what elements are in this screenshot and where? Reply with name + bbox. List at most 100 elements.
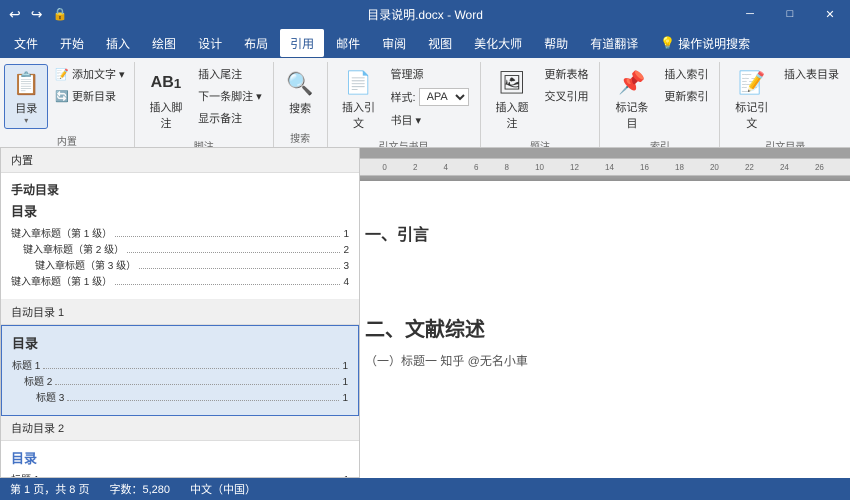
footnote-small-buttons: 插入尾注 下一条脚注 ▾ 显示备注: [193, 64, 267, 128]
insert-citation-button[interactable]: 📄 插入引文: [334, 64, 384, 134]
ribbon-group-index: 📌 标记条目 插入索引 更新索引 索引: [600, 62, 720, 147]
maximize-button[interactable]: □: [770, 0, 810, 28]
bibliography-button[interactable]: 书目 ▾: [386, 110, 474, 130]
add-text-icon: 📝: [55, 68, 69, 81]
citation-label: 插入引文: [339, 99, 379, 131]
auto1-toc-option[interactable]: 目录 标题 1 1 标题 2 1 标题 3 1: [1, 325, 359, 416]
status-bar: 第 1 页，共 8 页 字数：5,280 中文（中国）: [0, 478, 850, 500]
insert-endnote-button[interactable]: 插入尾注: [193, 64, 267, 84]
caption-small-buttons: 更新表格 交叉引用: [539, 64, 593, 106]
toc-label: 目录: [15, 100, 37, 116]
style-select[interactable]: APA: [419, 88, 469, 106]
search-button[interactable]: 🔍 搜索: [279, 64, 321, 119]
citation-small-buttons: 管理源 样式: APA 书目 ▾: [386, 64, 474, 130]
insert-index-button[interactable]: 插入索引: [659, 64, 713, 84]
ribbon-group-footnote: AB1 插入脚注 插入尾注 下一条脚注 ▾ 显示备注 脚注: [135, 62, 274, 147]
ruler: -4-2024 68101214 1618202224 262830: [360, 158, 850, 176]
manage-source-button[interactable]: 管理源: [386, 64, 474, 84]
menu-mailings[interactable]: 邮件: [326, 29, 370, 57]
update-index-button[interactable]: 更新索引: [659, 86, 713, 106]
auto1-section-label: 自动目录 1: [1, 300, 359, 325]
ribbon-group-caption: 🖼 插入题注 更新表格 交叉引用 题注: [481, 62, 601, 147]
menu-help[interactable]: 帮助: [534, 29, 578, 57]
menu-review[interactable]: 审阅: [372, 29, 416, 57]
close-button[interactable]: ✕: [810, 0, 850, 28]
insert-caption-button[interactable]: 🖼 插入题注: [487, 64, 538, 134]
manage-source-label: 管理源: [391, 66, 424, 82]
style-dropdown[interactable]: 样式: APA: [386, 86, 474, 108]
insert-footnote-button[interactable]: AB1 插入脚注: [141, 64, 191, 134]
mark-entry-icon: 📌: [616, 67, 648, 99]
mark-entry-button[interactable]: 📌 标记条目: [606, 64, 657, 134]
citation-group-label: 引文与书目: [379, 136, 429, 148]
insert-table-auth-button[interactable]: 插入表目录: [779, 64, 844, 84]
search-group-content: 🔍 搜索: [279, 62, 321, 128]
cross-reference-label: 交叉引用: [544, 88, 588, 104]
update-toc-icon: 🔄: [55, 90, 69, 103]
menu-view[interactable]: 视图: [418, 29, 462, 57]
mark-citation-button[interactable]: 📝 标记引文: [726, 64, 777, 134]
content-area: 内置 手动目录 目录 键入章标题（第 1 级） 1 键入章标题（第 2 级） 2…: [0, 148, 850, 478]
menu-search[interactable]: 💡 操作说明搜索: [650, 29, 760, 57]
update-table-button[interactable]: 更新表格: [539, 64, 593, 84]
window-controls: ─ □ ✕: [730, 0, 850, 28]
doc-text1: （一）标题一 知乎 @无名小車: [365, 352, 845, 369]
autosave-icon: 🔒: [48, 5, 71, 23]
toc-icon: 📋: [10, 68, 42, 100]
cross-reference-button[interactable]: 交叉引用: [539, 86, 593, 106]
ruler-marks: -4-2024 68101214 1618202224 262830: [360, 163, 850, 172]
auto1-toc-preview: 目录 标题 1 1 标题 2 1 标题 3 1: [12, 334, 348, 407]
menu-file[interactable]: 文件: [4, 29, 48, 57]
caption-icon: 🖼: [496, 67, 528, 99]
caption-group-label: 题注: [530, 136, 550, 148]
redo-button[interactable]: ↪: [27, 4, 47, 25]
insert-table-auth-label: 插入表目录: [784, 66, 839, 82]
toc-dropdown-panel: 内置 手动目录 目录 键入章标题（第 1 级） 1 键入章标题（第 2 级） 2…: [0, 148, 360, 478]
toc-dropdown-arrow: ▾: [24, 116, 28, 125]
manual-toc-preview: 目录 键入章标题（第 1 级） 1 键入章标题（第 2 级） 2 键入章标题（第…: [11, 202, 349, 291]
footnote-group-label: 脚注: [194, 136, 214, 148]
search-group-label: 搜索: [290, 128, 310, 147]
search-ribbon-label: 搜索: [289, 100, 311, 116]
caption-group-content: 🖼 插入题注 更新表格 交叉引用: [487, 62, 594, 136]
ribbon-group-citation: 📄 插入引文 管理源 样式: APA 书目 ▾ 引文与书目: [328, 62, 481, 147]
manual-toc-title: 手动目录: [11, 181, 349, 198]
show-notes-button[interactable]: 显示备注: [193, 108, 267, 128]
menu-layout[interactable]: 布局: [234, 29, 278, 57]
menu-draw[interactable]: 绘图: [142, 29, 186, 57]
menu-insert[interactable]: 插入: [96, 29, 140, 57]
mark-citation-icon: 📝: [736, 67, 768, 99]
search-ribbon-icon: 🔍: [284, 68, 316, 100]
menu-design[interactable]: 设计: [188, 29, 232, 57]
next-footnote-label: 下一条脚注 ▾: [198, 88, 262, 104]
menu-youdao[interactable]: 有道翻译: [580, 29, 648, 57]
footnote-icon: AB1: [150, 67, 182, 99]
manual-toc-option[interactable]: 手动目录 目录 键入章标题（第 1 级） 1 键入章标题（第 2 级） 2 键入…: [1, 173, 359, 300]
word-count: 字数：5,280: [109, 481, 170, 497]
footnote-label: 插入脚注: [146, 99, 186, 131]
update-toc-label: 更新目录: [72, 88, 116, 104]
ribbon-group-toc: 📋 目录 ▾ 📝 添加文字 ▾ 🔄 更新目录 内置: [0, 62, 135, 147]
doc-heading1: 一、引言: [365, 221, 845, 245]
toc-group-content: 📋 目录 ▾ 📝 添加文字 ▾ 🔄 更新目录: [4, 62, 129, 131]
auto2-toc-option[interactable]: 目录 标题 1 1 标题 2 1 标题 3 1: [1, 441, 359, 478]
undo-button[interactable]: ↩: [5, 4, 25, 25]
ribbon-group-search: 🔍 搜索 搜索: [274, 62, 328, 147]
minimize-button[interactable]: ─: [730, 0, 770, 28]
ribbon: 📋 目录 ▾ 📝 添加文字 ▾ 🔄 更新目录 内置 AB1 插入脚注: [0, 58, 850, 148]
next-footnote-button[interactable]: 下一条脚注 ▾: [193, 86, 267, 106]
search-icon: 💡: [660, 36, 675, 50]
toc-group-label: 内置: [57, 131, 77, 148]
menu-home[interactable]: 开始: [50, 29, 94, 57]
document-area: -4-2024 68101214 1618202224 262830 一、引言 …: [360, 148, 850, 478]
toc-button[interactable]: 📋 目录 ▾: [4, 64, 48, 129]
update-toc-button[interactable]: 🔄 更新目录: [50, 86, 129, 106]
mark-citation-label: 标记引文: [731, 99, 772, 131]
toc-section-label: 内置: [1, 148, 359, 173]
add-text-button[interactable]: 📝 添加文字 ▾: [50, 64, 129, 84]
menu-references[interactable]: 引用: [280, 29, 324, 57]
menu-beautify[interactable]: 美化大师: [464, 29, 532, 57]
update-table-label: 更新表格: [544, 66, 588, 82]
insert-endnote-label: 插入尾注: [198, 66, 242, 82]
add-text-label: 添加文字 ▾: [72, 66, 125, 82]
